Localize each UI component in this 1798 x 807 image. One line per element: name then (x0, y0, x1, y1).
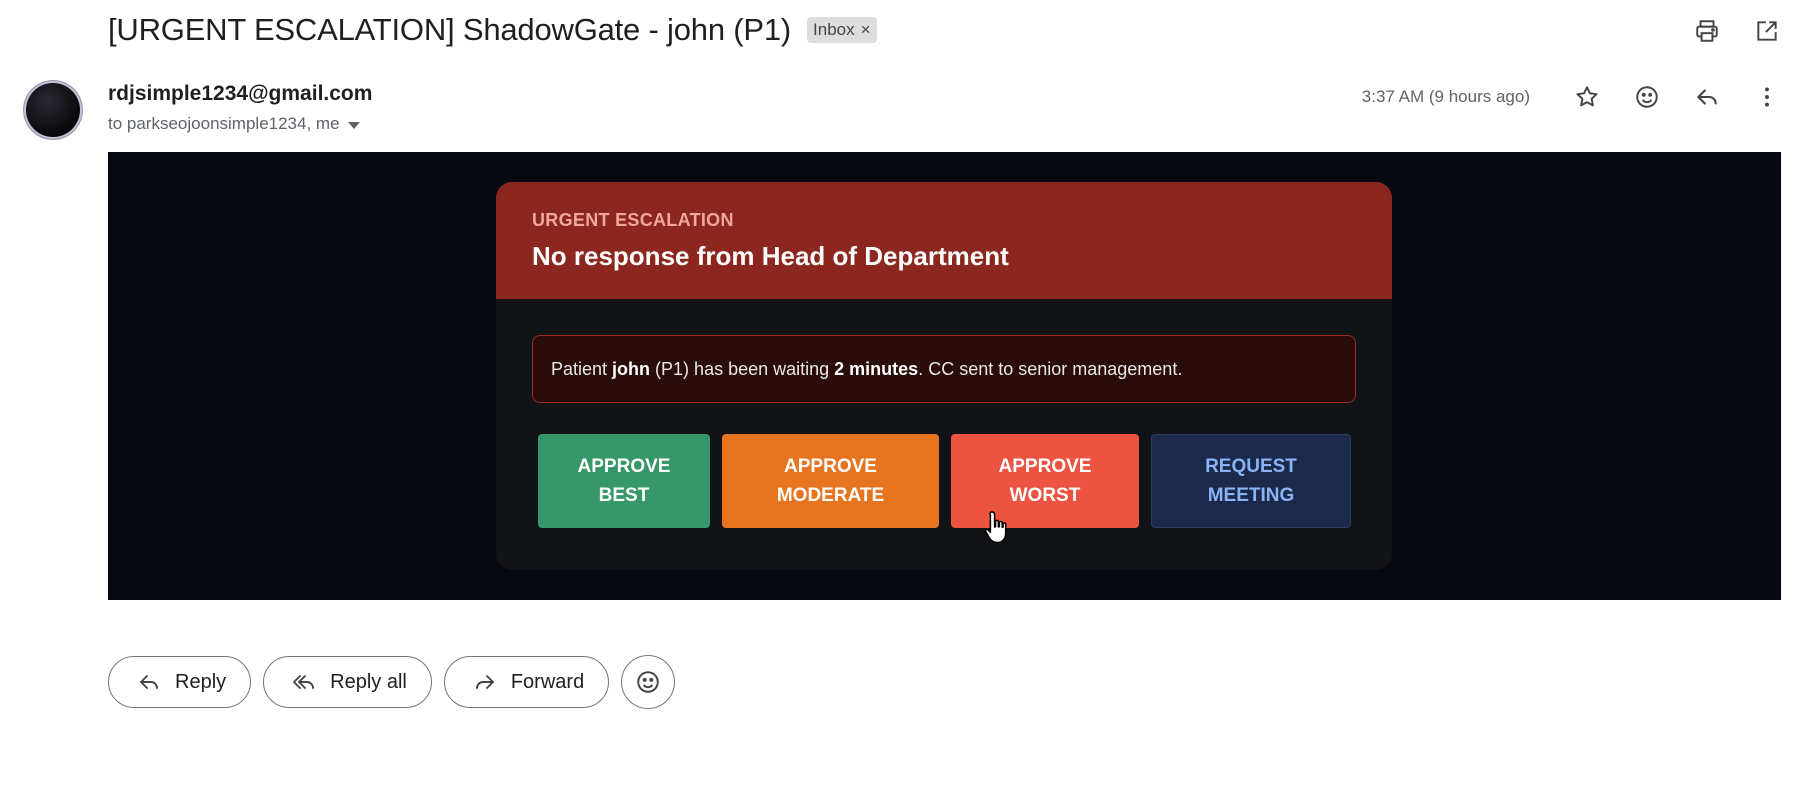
remove-label-button[interactable]: × (861, 20, 871, 40)
email-subject: [URGENT ESCALATION] ShadowGate - john (P… (108, 12, 792, 47)
approve-best-button[interactable]: APPROVE BEST (538, 434, 710, 528)
forward-arrow-icon (475, 675, 494, 689)
escalation-card: URGENT ESCALATION No response from Head … (496, 182, 1392, 570)
reply-icon[interactable] (1690, 80, 1724, 114)
reply-bar: Reply Reply all Forward (108, 655, 676, 709)
inbox-label-chip: Inbox × (807, 17, 877, 43)
card-kicker: URGENT ESCALATION (532, 210, 734, 230)
emoji-icon (637, 671, 659, 693)
emoji-reaction-button[interactable] (621, 655, 676, 709)
reply-arrow-icon (140, 675, 158, 689)
recipients-text: to parkseojoonsimple1234, me (108, 114, 340, 133)
show-details-chevron-down-icon[interactable] (347, 121, 360, 129)
forward-button[interactable]: Forward (443, 656, 610, 708)
open-in-new-window-icon[interactable] (1750, 14, 1784, 48)
top-actions (1690, 14, 1784, 48)
star-icon[interactable] (1570, 80, 1604, 114)
message-meta: 3:37 AM (9 hours ago) (1362, 80, 1784, 114)
forward-button-label: Forward (510, 670, 585, 693)
subject-row: [URGENT ESCALATION] ShadowGate - john (P… (108, 8, 877, 52)
escalation-notice: Patient john (P1) has been waiting 2 min… (532, 335, 1356, 403)
print-icon[interactable] (1690, 14, 1724, 48)
recipients: to parkseojoonsimple1234, me (108, 114, 372, 134)
notice-text-1: Patient (551, 358, 613, 379)
more-vert-icon[interactable] (1750, 80, 1784, 114)
hand-cursor-icon (984, 511, 1007, 544)
request-meeting-button[interactable]: REQUEST MEETING (1151, 434, 1351, 528)
sender-block: rdjsimple1234@gmail.com to parkseojoonsi… (108, 82, 372, 134)
avatar[interactable] (24, 81, 82, 139)
sender-email[interactable]: rdjsimple1234@gmail.com (108, 82, 372, 106)
approve-worst-button[interactable]: APPROVE WORST (951, 434, 1139, 528)
notice-patient: john (612, 358, 651, 379)
notice-text-2: (P1) has been waiting (650, 358, 835, 379)
notice-text-3: . CC sent to senior management. (918, 358, 1183, 379)
inbox-label-text: Inbox (813, 20, 855, 39)
timestamp: 3:37 AM (9 hours ago) (1361, 87, 1530, 106)
email-body: URGENT ESCALATION No response from Head … (108, 152, 1781, 600)
reply-button[interactable]: Reply (108, 656, 252, 708)
card-header: URGENT ESCALATION No response from Head … (496, 182, 1392, 299)
action-buttons: APPROVE BEST APPROVE MODERATE APPROVE WO… (538, 434, 1351, 528)
reply-all-button-label: Reply all (330, 670, 407, 693)
emoji-react-icon[interactable] (1630, 80, 1664, 114)
card-title: No response from Head of Department (532, 241, 1009, 271)
email-view: [URGENT ESCALATION] ShadowGate - john (P… (0, 0, 1798, 807)
approve-moderate-button[interactable]: APPROVE MODERATE (722, 434, 939, 528)
reply-button-label: Reply (175, 670, 227, 693)
reply-all-arrow-icon (293, 675, 315, 689)
reply-all-button[interactable]: Reply all (263, 656, 432, 708)
notice-wait-time: 2 minutes (834, 358, 919, 379)
